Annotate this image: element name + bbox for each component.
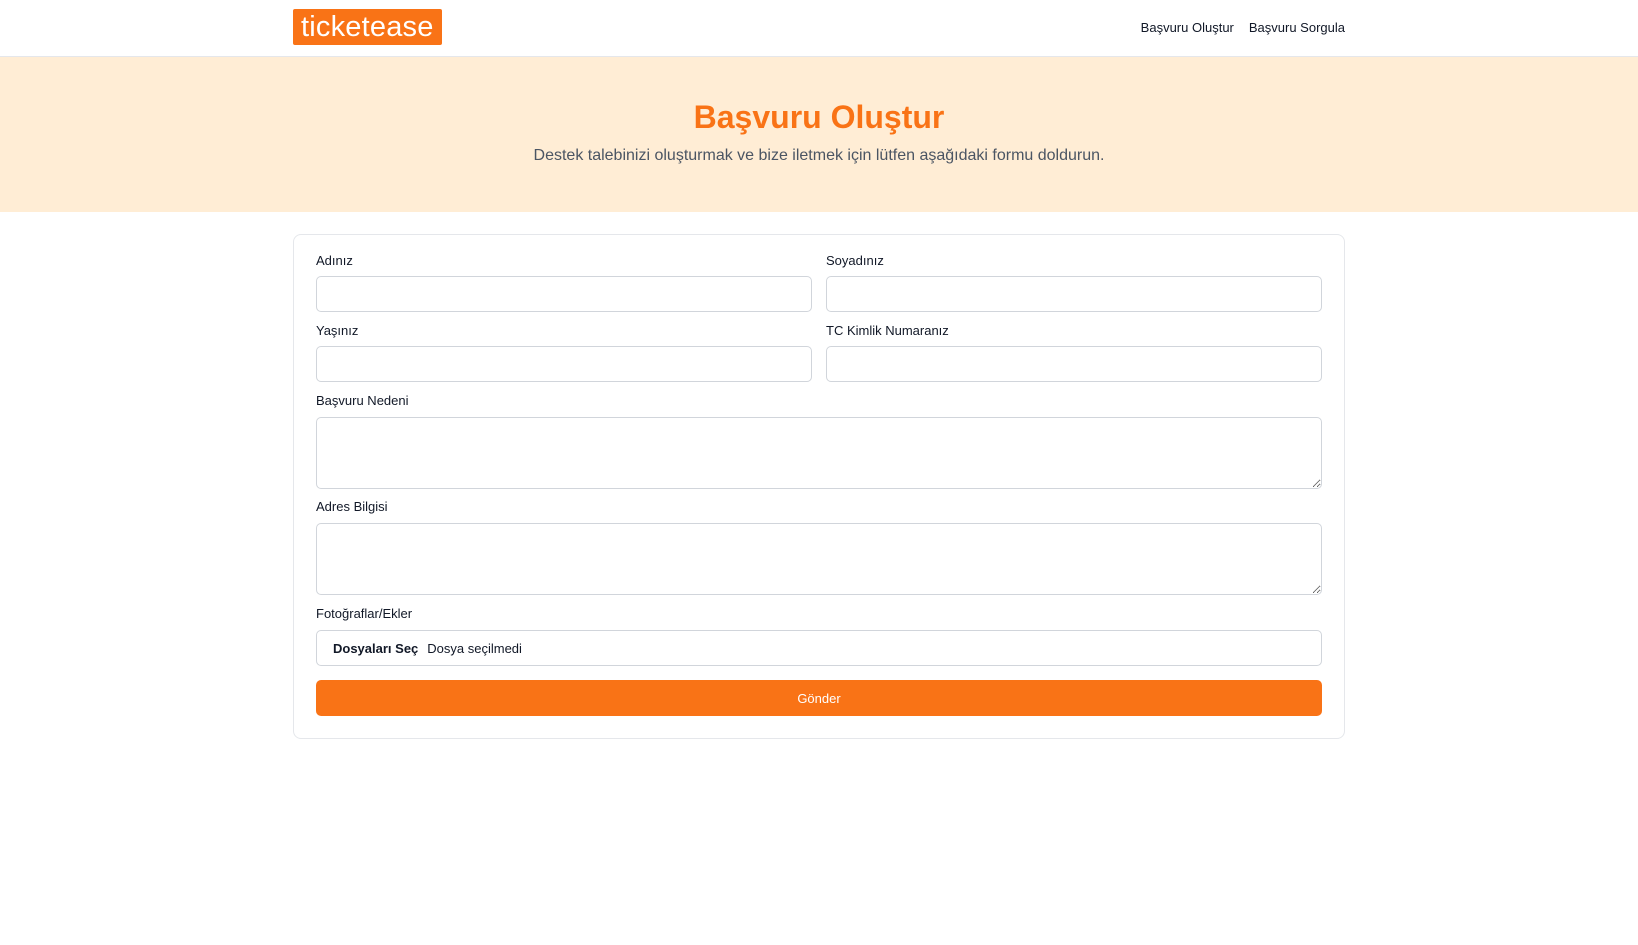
first-name-label: Adınız	[316, 253, 353, 268]
choose-files-button[interactable]: Dosyaları Seç	[333, 641, 418, 656]
submit-button[interactable]: Gönder	[316, 680, 1322, 716]
hero-banner: Başvuru Oluştur Destek talebinizi oluştu…	[0, 57, 1638, 212]
file-status-text: Dosya seçilmedi	[427, 640, 522, 656]
address-label: Adres Bilgisi	[316, 499, 388, 514]
page-title: Başvuru Oluştur	[693, 99, 945, 135]
navbar: ticketease Başvuru Oluştur Başvuru Sorgu…	[0, 0, 1638, 57]
nav-links: Başvuru Oluştur Başvuru Sorgula	[1141, 19, 1345, 36]
application-form: Adınız Soyadınız Yaşınız TC Kimlik Numar…	[293, 234, 1345, 739]
tc-number-label: TC Kimlik Numaranız	[826, 323, 949, 338]
reason-label: Başvuru Nedeni	[316, 393, 409, 408]
address-textarea[interactable]	[316, 523, 1322, 595]
file-input[interactable]: Dosyaları Seç Dosya seçilmedi	[316, 630, 1322, 666]
age-input[interactable]	[316, 346, 812, 382]
logo[interactable]: ticketease	[293, 9, 442, 45]
first-name-input[interactable]	[316, 276, 812, 312]
age-label: Yaşınız	[316, 323, 359, 338]
last-name-input[interactable]	[826, 276, 1322, 312]
nav-link-query-application[interactable]: Başvuru Sorgula	[1249, 19, 1345, 36]
reason-textarea[interactable]	[316, 417, 1322, 489]
page-subtitle: Destek talebinizi oluşturmak ve bize ile…	[533, 147, 1105, 164]
last-name-label: Soyadınız	[826, 253, 884, 268]
nav-link-create-application[interactable]: Başvuru Oluştur	[1141, 19, 1234, 36]
attachments-label: Fotoğraflar/Ekler	[316, 606, 413, 621]
tc-number-input[interactable]	[826, 346, 1322, 382]
